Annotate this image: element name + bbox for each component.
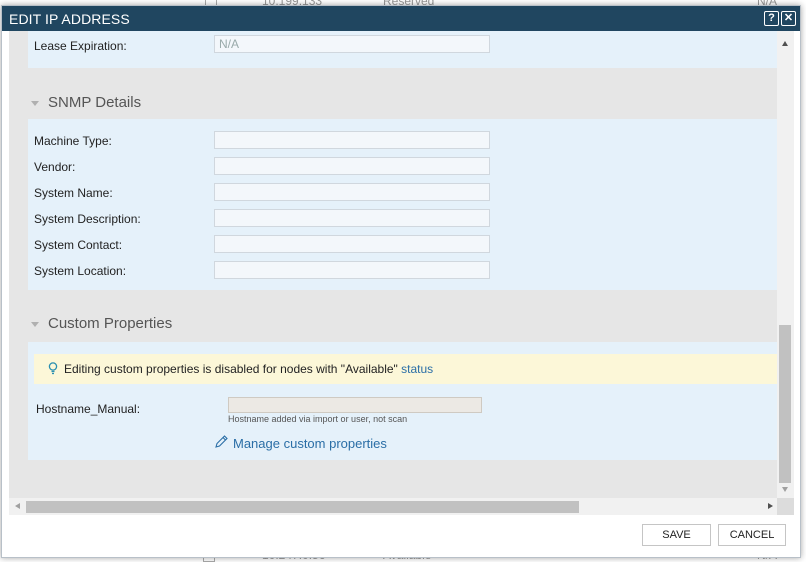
help-button[interactable]: ? [764, 11, 779, 26]
pencil-icon [215, 435, 228, 448]
save-button[interactable]: SAVE [642, 524, 711, 546]
system-location-field[interactable] [214, 261, 490, 279]
close-button[interactable]: ✕ [781, 11, 796, 26]
scrollbar-corner [777, 498, 794, 515]
lease-expiration-field[interactable] [214, 35, 490, 53]
snmp-panel: Machine Type: Vendor: System Name: Syste… [28, 119, 777, 290]
snmp-section-header[interactable]: SNMP Details [28, 83, 777, 123]
hostname-hint: Hostname added via import or user, not s… [228, 414, 408, 424]
horizontal-scroll-thumb[interactable] [26, 501, 579, 513]
manage-custom-properties-label: Manage custom properties [233, 436, 387, 451]
cancel-button[interactable]: CANCEL [718, 524, 786, 546]
machine-type-label: Machine Type: [34, 134, 112, 148]
vendor-field[interactable] [214, 157, 490, 175]
system-name-field[interactable] [214, 183, 490, 201]
system-contact-label: System Contact: [34, 238, 123, 252]
custom-properties-section-header[interactable]: Custom Properties [28, 304, 777, 344]
scroll-left-arrow-icon[interactable] [15, 503, 20, 509]
edit-ip-dialog: EDIT IP ADDRESS ? ✕ Lease Expiration: SN… [1, 5, 801, 558]
custom-properties-panel: Editing custom properties is disabled fo… [28, 342, 777, 460]
status-link[interactable]: status [401, 362, 433, 376]
hostname-manual-field[interactable] [228, 397, 482, 413]
vertical-scroll-thumb[interactable] [779, 325, 791, 483]
system-name-label: System Name: [34, 186, 113, 200]
system-description-field[interactable] [214, 209, 490, 227]
vertical-scrollbar[interactable] [777, 31, 794, 498]
dialog-titlebar: EDIT IP ADDRESS ? ✕ [2, 6, 800, 31]
notice-text: Editing custom properties is disabled fo… [64, 362, 433, 376]
scroll-right-arrow-icon[interactable] [768, 503, 773, 509]
custom-properties-title: Custom Properties [48, 315, 173, 332]
system-description-label: System Description: [34, 212, 141, 226]
notice-message: Editing custom properties is disabled fo… [64, 362, 398, 376]
dialog-content: Lease Expiration: SNMP Details Machine T… [9, 31, 777, 498]
lease-expiration-label: Lease Expiration: [34, 39, 127, 53]
hostname-manual-label: Hostname_Manual: [36, 402, 141, 416]
chevron-down-icon [31, 101, 39, 106]
system-contact-field[interactable] [214, 235, 490, 253]
dialog-title: EDIT IP ADDRESS [9, 11, 130, 27]
lease-panel: Lease Expiration: [28, 31, 777, 68]
disabled-notice: Editing custom properties is disabled fo… [34, 354, 777, 384]
system-location-label: System Location: [34, 264, 127, 278]
chevron-down-icon [31, 322, 39, 327]
snmp-section-title: SNMP Details [48, 94, 142, 111]
scroll-down-arrow-icon[interactable] [782, 487, 788, 492]
machine-type-field[interactable] [214, 131, 490, 149]
lightbulb-icon [48, 362, 58, 375]
vendor-label: Vendor: [34, 160, 76, 174]
horizontal-scrollbar[interactable] [9, 498, 777, 515]
scroll-up-arrow-icon[interactable] [782, 41, 788, 46]
